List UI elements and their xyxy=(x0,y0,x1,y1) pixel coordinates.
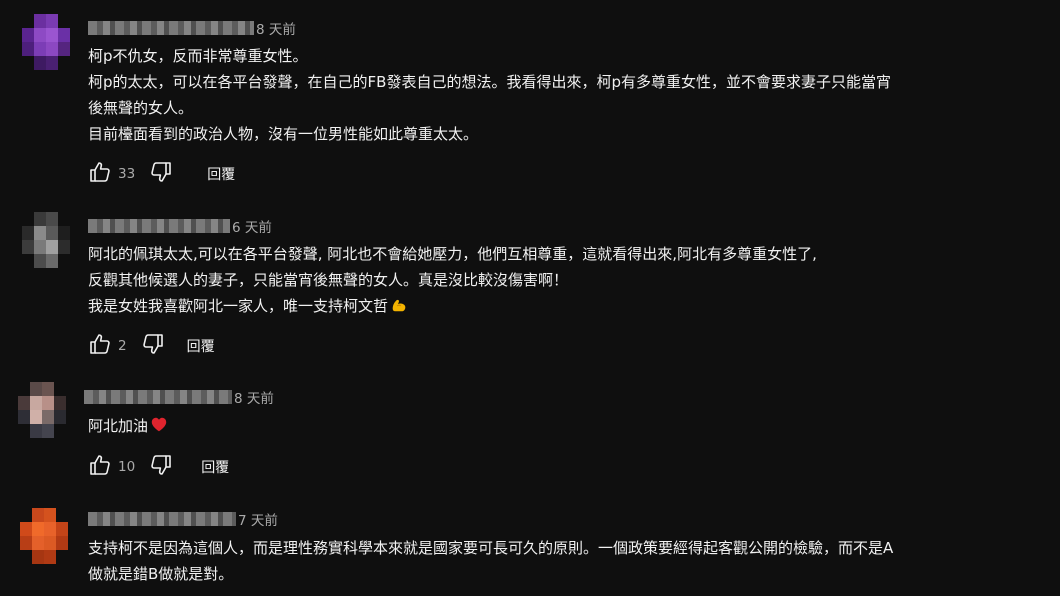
reply-button[interactable]: 回覆 xyxy=(207,164,235,184)
timestamp[interactable]: 8 天前 xyxy=(234,387,274,407)
comment-line: 阿北加油 xyxy=(88,413,168,439)
username[interactable] xyxy=(84,390,232,404)
like-button[interactable] xyxy=(86,453,114,481)
comment-line: 反觀其他候選人的妻子，只能當宵後無聲的女人。真是沒比較沒傷害啊！ xyxy=(88,271,569,289)
comment-text: 支持柯不是因為這個人，而是理性務實科學本來就是國家要可長可久的原則。一個政策要經… xyxy=(88,535,893,587)
reply-button[interactable]: 回覆 xyxy=(201,457,229,477)
username[interactable] xyxy=(88,21,254,35)
comment-line: 阿北的佩琪太太,可以在各平台發聲, 阿北也不會給她壓力，他們互相尊重，這就看得出… xyxy=(88,245,817,263)
comment-line: 目前檯面看到的政治人物，沒有一位男性能如此尊重太太。 xyxy=(88,125,479,143)
comment-line: 支持柯不是因為這個人，而是理性務實科學本來就是國家要可長可久的原則。一個政策要經… xyxy=(88,539,894,557)
comment-line: 柯p不仇女，反而非常尊重女性。 xyxy=(88,47,308,65)
comment-text: 柯p不仇女，反而非常尊重女性。 柯p的太太，可以在各平台發聲，在自己的FB發表自… xyxy=(88,43,891,147)
comment-line: 後無聲的女人。 xyxy=(88,99,194,117)
timestamp[interactable]: 7 天前 xyxy=(238,509,278,529)
comment-header: 8 天前 xyxy=(88,17,296,39)
avatar[interactable] xyxy=(18,382,66,438)
comment-line: 做就是錯B做就是對。 xyxy=(88,565,234,583)
dislike-button[interactable] xyxy=(147,453,175,481)
like-count: 33 xyxy=(118,166,136,182)
thumb-up-icon xyxy=(88,453,112,481)
thumb-down-icon xyxy=(149,453,173,481)
thumb-up-icon xyxy=(88,332,112,360)
like-button[interactable] xyxy=(86,160,114,188)
username[interactable] xyxy=(88,512,236,526)
like-button[interactable] xyxy=(86,332,114,360)
timestamp[interactable]: 6 天前 xyxy=(232,216,272,236)
dislike-button[interactable] xyxy=(139,332,167,360)
reply-button[interactable]: 回覆 xyxy=(187,336,215,356)
flexed-biceps-icon xyxy=(392,299,406,312)
comment-actions: 33 回覆 xyxy=(86,160,235,188)
comment-actions: 2 回覆 xyxy=(86,332,215,360)
thumb-up-icon xyxy=(88,160,112,188)
avatar[interactable] xyxy=(22,212,70,268)
comment-header: 7 天前 xyxy=(88,508,278,530)
username[interactable] xyxy=(88,219,230,233)
comment-line-text: 我是女姓我喜歡阿北一家人，唯一支持柯文哲 xyxy=(88,297,389,315)
comment-header: 8 天前 xyxy=(84,386,274,408)
like-count: 10 xyxy=(118,459,136,475)
thumb-down-icon xyxy=(149,160,173,188)
timestamp[interactable]: 8 天前 xyxy=(256,18,296,38)
like-count: 2 xyxy=(118,338,127,354)
red-heart-icon xyxy=(151,417,167,432)
avatar[interactable] xyxy=(22,14,70,70)
comment-text: 阿北加油 xyxy=(88,413,168,439)
comment-text: 阿北的佩琪太太,可以在各平台發聲, 阿北也不會給她壓力，他們互相尊重，這就看得出… xyxy=(88,241,817,319)
thumb-down-icon xyxy=(141,332,165,360)
comment-header: 6 天前 xyxy=(88,215,272,237)
comment-actions: 10 回覆 xyxy=(86,453,229,481)
comment-line-text: 阿北加油 xyxy=(88,417,149,435)
comment-line: 柯p的太太，可以在各平台發聲，在自己的FB發表自己的想法。我看得出來，柯p有多尊… xyxy=(88,73,891,91)
comment-line: 我是女姓我喜歡阿北一家人，唯一支持柯文哲 xyxy=(88,293,817,319)
avatar[interactable] xyxy=(20,508,68,564)
dislike-button[interactable] xyxy=(147,160,175,188)
